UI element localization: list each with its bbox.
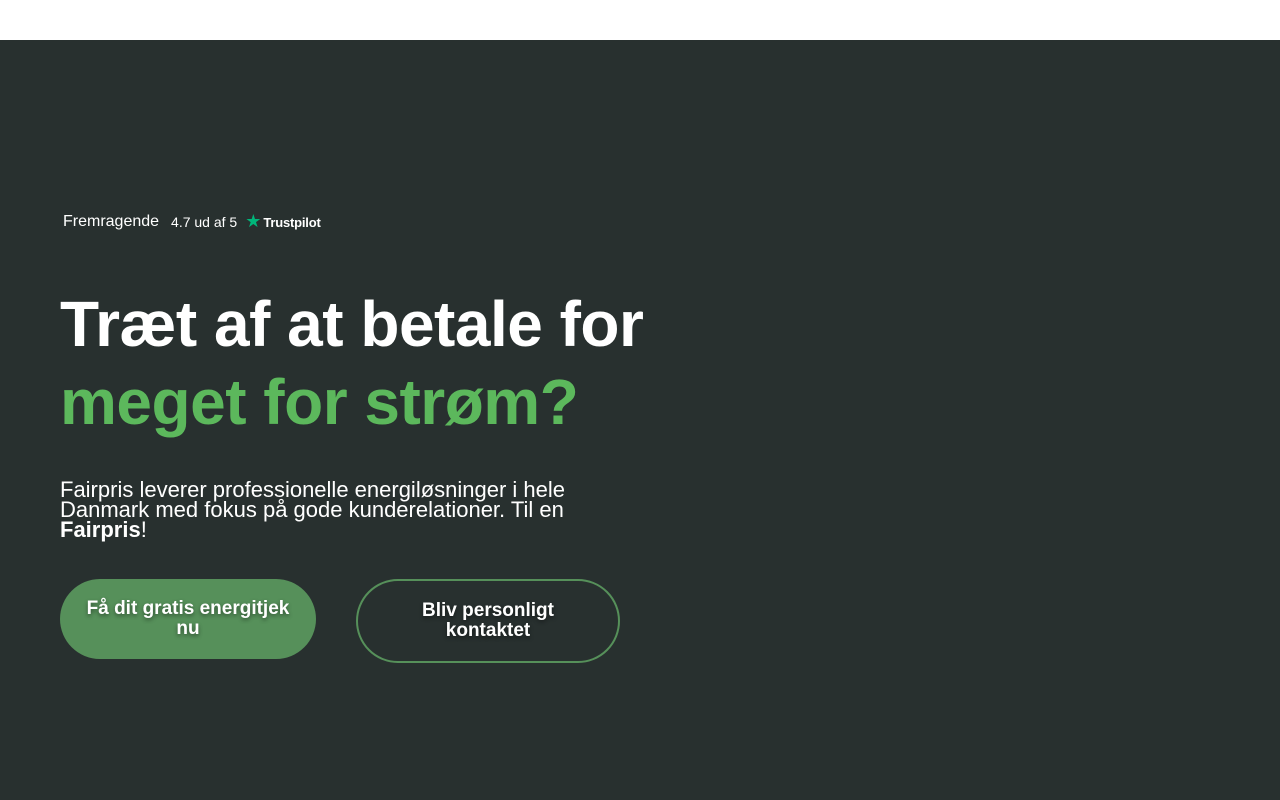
trustpilot-widget[interactable]: Fremragende 4.7 ud af 5 ★ Trustpilot: [63, 212, 321, 232]
top-header-bar: [0, 0, 1280, 40]
headline-line-1: Træt af at betale for: [60, 288, 644, 360]
trustpilot-rating-label: Fremragende: [63, 213, 160, 230]
lead-brand: Fairpris: [60, 517, 141, 542]
lead-body: Fairpris leverer professionelle energilø…: [60, 477, 566, 522]
lead-end: !: [140, 517, 147, 542]
headline-line-2: meget for strøm?: [60, 366, 579, 438]
trustpilot-logo: Trustpilot: [263, 214, 321, 230]
hero-headline: Træt af at betale for meget for strøm?: [60, 285, 644, 441]
energy-check-button[interactable]: Få dit gratis energitjek nu: [60, 579, 316, 659]
trustpilot-score: 4.7 ud af 5: [171, 214, 238, 230]
personal-contact-button-label: Bliv personligt kontaktet: [422, 600, 554, 641]
energy-check-button-label: Få dit gratis energitjek nu: [86, 598, 290, 639]
personal-contact-button[interactable]: Bliv personligt kontaktet: [356, 579, 620, 663]
trustpilot-star-icon: ★: [245, 211, 262, 231]
hero-lead-text: Fairpris leverer professionelle energilø…: [60, 477, 620, 542]
hero-section: Fremragende 4.7 ud af 5 ★ Trustpilot Træ…: [0, 40, 1280, 800]
